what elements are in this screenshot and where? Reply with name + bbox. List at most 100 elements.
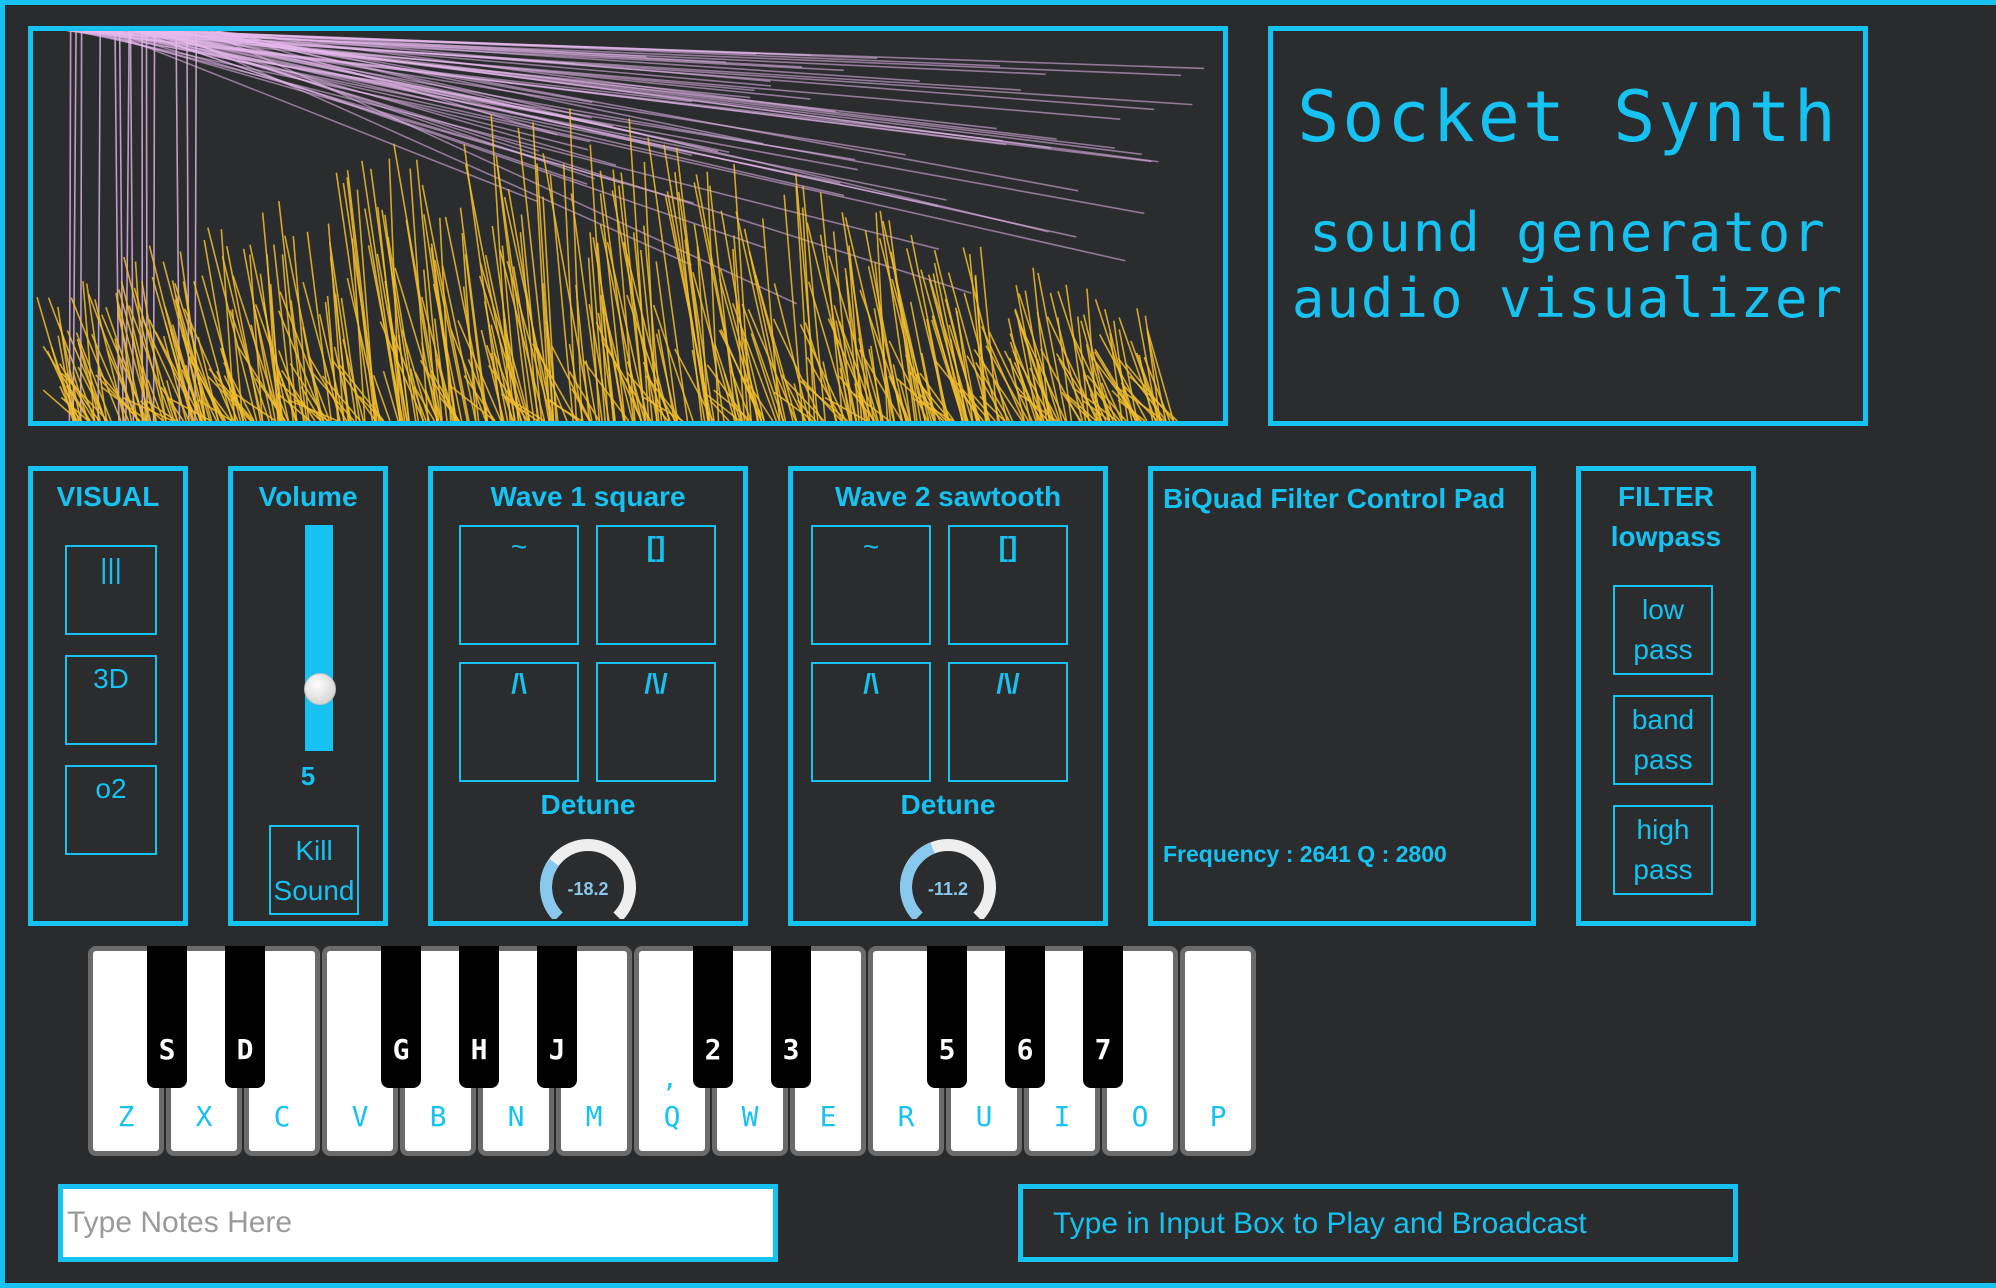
highpass-label-1: high: [1636, 814, 1690, 845]
highpass-label-2: pass: [1633, 854, 1693, 885]
volume-value: 5: [300, 761, 316, 791]
bandpass-button[interactable]: band pass: [1613, 695, 1713, 785]
visualizer-line: [142, 31, 1077, 238]
key-label: N: [507, 1100, 525, 1133]
knob-value: -18.2: [567, 879, 608, 899]
black-key-3[interactable]: 3: [771, 946, 811, 1088]
broadcast-status-panel: Type in Input Box to Play and Broadcast: [1018, 1184, 1738, 1262]
subtitle-line-2: audio visualizer: [1291, 267, 1845, 330]
key-label: 7: [1094, 1033, 1112, 1066]
black-key-5[interactable]: 5: [927, 946, 967, 1088]
title-panel: Socket Synth sound generator audio visua…: [1268, 26, 1868, 426]
filter-panel-title: FILTER lowpass: [1581, 477, 1751, 557]
sawtooth-wave-icon: /\/: [644, 668, 668, 699]
black-key-j[interactable]: J: [537, 946, 577, 1088]
key-label: 3: [782, 1033, 800, 1066]
visualizer-line: [589, 144, 609, 421]
key-label: R: [897, 1100, 915, 1133]
kill-sound-label-1: Kill: [295, 835, 333, 866]
wave1-detune-label: Detune: [540, 789, 636, 820]
kill-sound-label-2: Sound: [273, 875, 355, 906]
wave2-square-button[interactable]: []: [948, 525, 1068, 645]
key-label: B: [429, 1100, 447, 1133]
black-key-2[interactable]: 2: [693, 946, 733, 1088]
visualizer-line: [324, 301, 340, 421]
wave1-panel: Wave 1 square ~ [] /\ /\/ Detune -18.2: [428, 466, 748, 926]
filter-type-panel: FILTER lowpass low pass band pass high p…: [1576, 466, 1756, 926]
key-label: G: [392, 1033, 410, 1066]
comma-key-label: ,: [662, 1064, 678, 1094]
wave2-detune-knob[interactable]: -11.2: [896, 835, 1000, 919]
wave1-sawtooth-button[interactable]: /\/: [596, 662, 716, 782]
visualizer-line: [773, 283, 810, 421]
visual-bars-button[interactable]: |||: [65, 545, 157, 635]
wave2-sine-button[interactable]: ~: [811, 525, 931, 645]
key-label: W: [741, 1100, 759, 1133]
knob-value: -11.2: [928, 879, 968, 899]
black-key-d[interactable]: D: [225, 946, 265, 1088]
visualizer-line: [68, 31, 72, 421]
wave1-triangle-button[interactable]: /\: [459, 662, 579, 782]
sine-wave-icon: ~: [862, 531, 880, 562]
visualizer-line: [677, 191, 715, 421]
wave2-triangle-button[interactable]: /\: [811, 662, 931, 782]
key-label: 5: [938, 1033, 956, 1066]
key-label: I: [1053, 1100, 1071, 1133]
key-label: Q: [663, 1100, 681, 1133]
volume-slider[interactable]: [305, 525, 333, 751]
filter-pad-title: BiQuad Filter Control Pad: [1163, 483, 1506, 514]
wave1-detune-knob[interactable]: -18.2: [536, 835, 640, 919]
key-label: J: [548, 1033, 566, 1066]
lowpass-button[interactable]: low pass: [1613, 585, 1713, 675]
key-label: O: [1131, 1100, 1149, 1133]
notes-input[interactable]: [58, 1184, 778, 1262]
visual-o2-button[interactable]: o2: [65, 765, 157, 855]
audio-visualizer[interactable]: [28, 26, 1228, 426]
visualizer-line: [329, 242, 358, 421]
key-label: 2: [704, 1033, 722, 1066]
key-label: C: [273, 1100, 291, 1133]
visualizer-line: [152, 31, 156, 421]
broadcast-message: Type in Input Box to Play and Broadcast: [1053, 1207, 1587, 1240]
volume-slider-thumb[interactable]: [304, 673, 336, 705]
filter-frequency-readout: Frequency : 2641 Q : 2800: [1163, 841, 1447, 867]
visual-panel-title: VISUAL: [56, 481, 160, 512]
visualizer-line: [1049, 292, 1084, 421]
triangle-wave-icon: /\: [863, 668, 879, 699]
wave2-detune-label: Detune: [900, 789, 996, 820]
key-label: S: [158, 1033, 176, 1066]
highpass-button[interactable]: high pass: [1613, 805, 1713, 895]
visualizer-line: [735, 211, 784, 421]
white-key-p[interactable]: P: [1180, 946, 1256, 1156]
visual-3d-button[interactable]: 3D: [65, 655, 157, 745]
kill-sound-button[interactable]: Kill Sound: [269, 825, 359, 915]
filter-title: FILTER: [1618, 481, 1714, 512]
biquad-filter-control-pad[interactable]: BiQuad Filter Control Pad Frequency : 26…: [1148, 466, 1536, 926]
visualizer-line: [674, 172, 703, 421]
wave1-sine-button[interactable]: ~: [459, 525, 579, 645]
wave2-panel: Wave 2 sawtooth ~ [] /\ /\/ Detune -11.2: [788, 466, 1108, 926]
black-key-h[interactable]: H: [459, 946, 499, 1088]
bandpass-label-1: band: [1631, 704, 1695, 735]
black-key-s[interactable]: S: [147, 946, 187, 1088]
wave1-square-button[interactable]: []: [596, 525, 716, 645]
lowpass-label-2: pass: [1633, 634, 1693, 665]
lowpass-label-1: low: [1641, 594, 1684, 625]
black-key-g[interactable]: G: [381, 946, 421, 1088]
key-label: U: [975, 1100, 993, 1133]
key-label: E: [819, 1100, 837, 1133]
filter-current-type: lowpass: [1610, 521, 1722, 552]
wave2-sawtooth-button[interactable]: /\/: [948, 662, 1068, 782]
black-key-6[interactable]: 6: [1005, 946, 1045, 1088]
app-subtitle: sound generator audio visualizer: [1273, 200, 1863, 332]
key-label: H: [470, 1033, 488, 1066]
app-title: Socket Synth: [1297, 76, 1839, 158]
triangle-wave-icon: /\: [511, 668, 527, 699]
key-label: 6: [1016, 1033, 1034, 1066]
black-key-7[interactable]: 7: [1083, 946, 1123, 1088]
visualizer-line: [129, 31, 135, 421]
visualizer-canvas: [36, 31, 1205, 421]
volume-panel: Volume 5 Kill Sound: [228, 466, 388, 926]
wave1-title: Wave 1 square: [490, 481, 686, 512]
wave2-title: Wave 2 sawtooth: [834, 481, 1062, 512]
